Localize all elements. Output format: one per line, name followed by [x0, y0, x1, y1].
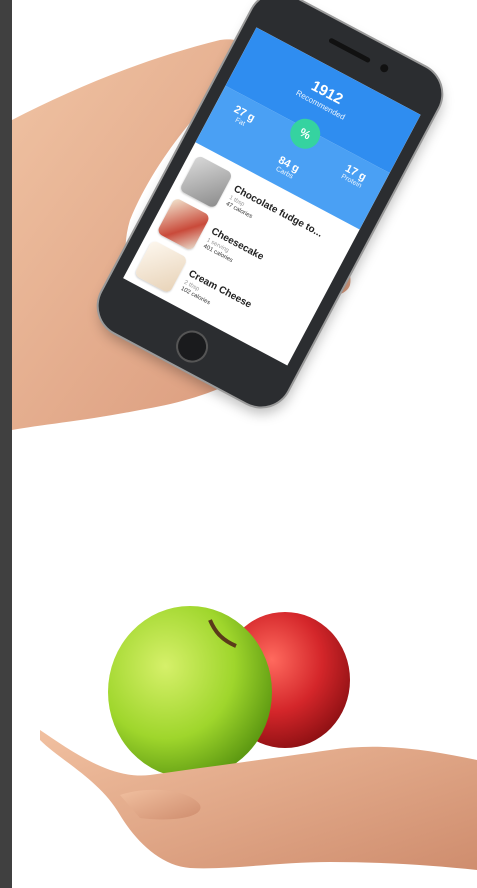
phone-speaker	[328, 37, 372, 64]
green-apple	[108, 606, 272, 778]
phone-camera	[378, 62, 390, 74]
hand-holding-apples-image	[40, 606, 477, 870]
home-button	[170, 324, 214, 369]
hand-palm	[40, 730, 477, 870]
